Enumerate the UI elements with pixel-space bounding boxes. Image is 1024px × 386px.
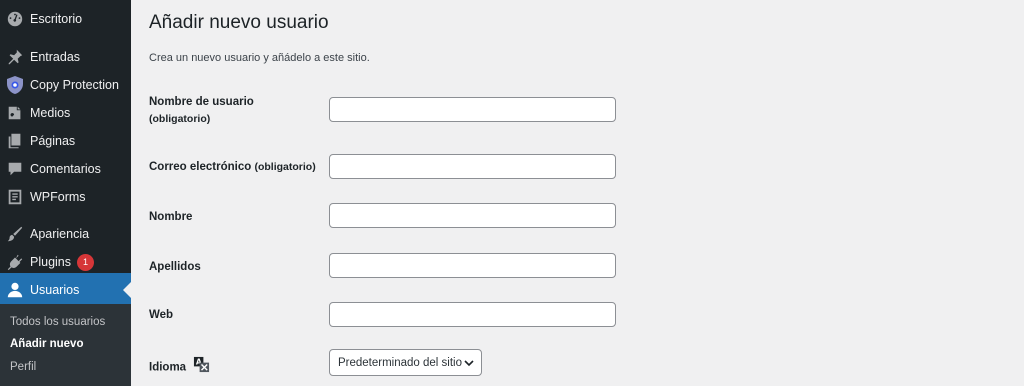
submenu-item-anadir-nuevo[interactable]: Añadir nuevo	[10, 338, 83, 350]
language-select-value: Predeterminado del sitio	[338, 356, 463, 369]
dashboard-icon	[5, 9, 25, 29]
admin-sidebar: Escritorio Entradas Copy Protection Medi…	[0, 0, 131, 386]
sidebar-item-label: Plugins	[30, 255, 71, 269]
website-input[interactable]	[329, 302, 616, 327]
sidebar-item-label: Apariencia	[30, 227, 90, 241]
email-label: Correo electrónico (obligatorio)	[149, 161, 316, 173]
media-icon	[5, 103, 25, 123]
sidebar-item-label: Entradas	[30, 50, 81, 64]
sidebar-item-escritorio[interactable]: Escritorio	[0, 2, 131, 36]
last-name-input[interactable]	[329, 253, 616, 278]
sidebar-item-label: Copy Protection	[30, 78, 119, 92]
user-icon	[5, 280, 25, 300]
last-name-label: Apellidos	[149, 261, 201, 273]
comment-icon	[5, 159, 25, 179]
submenu-item-todos-los-usuarios[interactable]: Todos los usuarios	[10, 316, 105, 328]
sidebar-item-label: Páginas	[30, 134, 76, 148]
username-input[interactable]	[329, 97, 616, 122]
sidebar-item-label: Usuarios	[30, 283, 80, 297]
sidebar-item-wpforms[interactable]: WPForms	[0, 180, 131, 214]
main-content: Añadir nuevo usuario Crea un nuevo usuar…	[131, 0, 1024, 386]
plugins-update-badge: 1	[77, 253, 94, 271]
first-name-input[interactable]	[329, 203, 616, 228]
sidebar-item-label: Comentarios	[30, 162, 101, 176]
users-submenu: Todos los usuarios Añadir nuevo Perfil	[0, 304, 131, 386]
translate-icon: A	[193, 356, 210, 379]
language-select[interactable]: Predeterminado del sitio	[329, 349, 482, 376]
pages-icon	[5, 131, 25, 151]
page-description: Crea un nuevo usuario y añádelo a este s…	[149, 52, 370, 64]
required-note: (obligatorio)	[254, 161, 316, 173]
sidebar-item-usuarios[interactable]: Usuarios	[0, 273, 131, 307]
shield-icon	[5, 75, 25, 95]
sidebar-item-label: Escritorio	[30, 12, 83, 26]
first-name-label: Nombre	[149, 211, 193, 223]
sidebar-item-label: Medios	[30, 106, 71, 120]
language-label: Idioma A	[149, 356, 210, 379]
required-note: (obligatorio)	[149, 113, 211, 125]
forms-icon	[5, 187, 25, 207]
submenu-item-perfil[interactable]: Perfil	[10, 361, 36, 373]
chevron-down-icon	[464, 360, 474, 367]
pin-icon	[5, 47, 25, 67]
username-label: Nombre de usuario (obligatorio)	[149, 96, 254, 125]
sidebar-item-label: WPForms	[30, 190, 86, 204]
email-input[interactable]	[329, 154, 616, 179]
page-title: Añadir nuevo usuario	[149, 12, 329, 33]
website-label: Web	[149, 309, 174, 321]
brush-icon	[5, 224, 25, 244]
plugin-icon	[5, 252, 25, 272]
